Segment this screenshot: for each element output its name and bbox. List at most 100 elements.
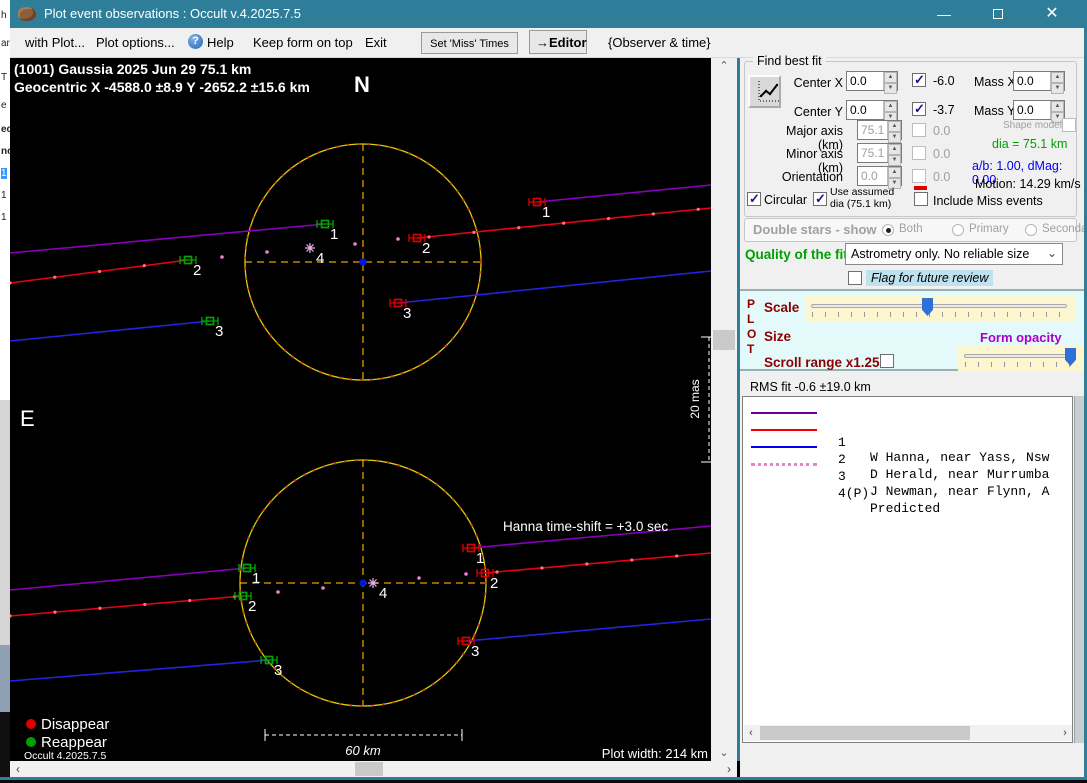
plot-letter: L (747, 312, 755, 326)
chord-3-blue[interactable] (9, 270, 712, 342)
menu-plot-options[interactable]: Plot options... (96, 35, 175, 50)
form-opacity-slider[interactable] (958, 346, 1084, 372)
editor-button[interactable]: →Editor (529, 30, 587, 54)
chord-3-blue[interactable] (9, 618, 712, 682)
timeshift-annotation: Hanna time-shift = +3.0 sec (503, 519, 668, 534)
spinner-arrows[interactable]: ▲ ▼ (883, 72, 897, 94)
flag-review-checkbox[interactable] (848, 271, 862, 285)
scroll-right-arrow[interactable]: › (721, 761, 737, 777)
use-assumed-checkbox[interactable] (813, 191, 827, 207)
minimize-button[interactable]: — (921, 0, 967, 28)
set-miss-times-button[interactable]: Set 'Miss' Times (421, 32, 518, 54)
chord-color-swatch (751, 446, 817, 448)
occultation-plot[interactable]: (1001) Gaussia 2025 Jun 29 75.1 km Geoce… (8, 58, 713, 762)
scroll-range-checkbox[interactable] (880, 354, 894, 368)
minor-axis-spinner[interactable]: 75.1 ▲ ▼ (857, 143, 902, 166)
spinner-arrows[interactable]: ▲ ▼ (1050, 101, 1064, 123)
predicted-star-marker[interactable] (304, 242, 316, 254)
vertical-scroll-thumb[interactable] (713, 330, 735, 350)
spinner-arrows[interactable]: ▲ ▼ (887, 167, 901, 189)
double-stars-group: Double stars - show Both Primary Seconda… (744, 218, 1087, 242)
chord-2-red[interactable] (8, 206, 713, 285)
both-radio[interactable] (882, 224, 894, 236)
major-axis-spinner[interactable]: 75.1 ▲ ▼ (857, 120, 902, 143)
spinner-arrows[interactable]: ▲ ▼ (887, 144, 901, 166)
scroll-down-arrow[interactable]: ⌄ (711, 745, 737, 761)
menu-observer-time[interactable]: {Observer & time} (608, 35, 711, 50)
flag-review-label: Flag for future review (866, 270, 994, 286)
quality-dropdown[interactable]: Astrometry only. No reliable size ⌄ (845, 243, 1063, 265)
predicted-star-marker[interactable] (367, 577, 379, 589)
center-x-spinner[interactable]: 0.0 ▲ ▼ (846, 71, 898, 94)
menu-exit[interactable]: Exit (365, 35, 387, 50)
center-y-fit-value: -3.7 (933, 103, 955, 117)
center-y-spinner[interactable]: 0.0 ▲ ▼ (846, 100, 898, 123)
help-icon[interactable]: ? (188, 34, 203, 49)
list-item[interactable]: 1 W Hanna, near Yass, Nsw (743, 405, 1072, 465)
mass-y-spinner[interactable]: 0.0 ▲ ▼ (1013, 100, 1065, 123)
secondary-radio[interactable] (1025, 224, 1037, 236)
legend-horizontal-scrollbar[interactable]: ‹ › (744, 725, 1072, 741)
plot-vertical-scrollbar[interactable]: ⌃ ⌄ (711, 58, 737, 761)
mass-x-value[interactable]: 0.0 (1014, 72, 1050, 90)
miss-color-swatch (914, 186, 927, 190)
mass-y-value[interactable]: 0.0 (1014, 101, 1050, 119)
scale-slider[interactable] (805, 295, 1075, 322)
close-button[interactable]: ✕ (1029, 0, 1075, 28)
primary-radio[interactable] (952, 224, 964, 236)
station-label: 2 (490, 575, 498, 592)
scroll-left-arrow[interactable]: ‹ (10, 761, 26, 777)
bg-text: 1 (1, 212, 7, 223)
primary-label: Primary (969, 223, 1009, 235)
mas-scale-label: 20 mas (688, 379, 702, 418)
secondary-label: Secondary (1042, 223, 1087, 235)
legend-scroll-thumb[interactable] (760, 726, 970, 740)
fit-major-checkbox[interactable] (912, 123, 926, 137)
include-miss-checkbox[interactable] (914, 192, 928, 206)
list-item[interactable]: 4(P) Predicted (743, 456, 1072, 516)
fit-minor-checkbox[interactable] (912, 146, 926, 160)
observer-legend-list[interactable]: 1 W Hanna, near Yass, Nsw 2 D Herald, ne… (742, 396, 1073, 743)
station-label: 2 (248, 598, 256, 615)
menu-help[interactable]: Help (207, 35, 234, 50)
titlebar[interactable]: Plot event observations : Occult v.4.202… (10, 0, 1087, 28)
scroll-left-arrow[interactable]: ‹ (744, 725, 758, 741)
spinner-arrows[interactable]: ▲ ▼ (883, 101, 897, 123)
legend-vertical-scrollbar[interactable] (1074, 396, 1084, 743)
plot-letter: P (747, 297, 756, 311)
maximize-button[interactable] (975, 0, 1021, 28)
chord-1-purple[interactable] (9, 525, 712, 591)
plot-horizontal-scrollbar[interactable]: ‹ › (10, 761, 737, 777)
center-x-value[interactable]: 0.0 (847, 72, 883, 90)
scroll-up-arrow[interactable]: ⌃ (711, 58, 737, 74)
station-label: 3 (274, 662, 282, 679)
spinner-arrows[interactable]: ▲ ▼ (887, 121, 901, 143)
menu-with-plot[interactable]: with Plot... (25, 35, 85, 50)
plot-fit-graph-button[interactable] (748, 75, 781, 108)
menu-keep-on-top[interactable]: Keep form on top (253, 35, 353, 50)
horizontal-scroll-thumb[interactable] (355, 762, 383, 776)
chord-color-swatch (751, 429, 817, 431)
center-y-value[interactable]: 0.0 (847, 101, 883, 119)
slider-ticks (812, 312, 1068, 317)
major-fit-value: 0.0 (933, 124, 951, 138)
maximize-icon (993, 9, 1003, 19)
station-label: 1 (542, 204, 550, 221)
orientation-value: 0.0 (861, 169, 878, 183)
fit-center-y-checkbox[interactable] (912, 101, 926, 117)
circular-checkbox[interactable] (747, 191, 761, 207)
scroll-right-arrow[interactable]: › (1058, 725, 1072, 741)
lower-plot: 1 1 2 2 3 3 4 Hanna time-shift = +3.0 se… (8, 458, 713, 708)
plot-canvas: (1001) Gaussia 2025 Jun 29 75.1 km Geoce… (8, 61, 713, 762)
observer-name: J Newman, near Flynn, A (870, 484, 1050, 499)
orientation-spinner[interactable]: 0.0 ▲ ▼ (857, 166, 902, 189)
list-item[interactable]: 2 D Herald, near Murrumba (743, 422, 1072, 482)
fit-center-x-checkbox[interactable] (912, 72, 926, 88)
fit-orientation-checkbox[interactable] (912, 169, 926, 183)
center-dot (359, 258, 367, 266)
station-label: 4 (379, 585, 387, 602)
list-item[interactable]: 3 J Newman, near Flynn, A (743, 439, 1072, 499)
mass-x-spinner[interactable]: 0.0 ▲ ▼ (1013, 71, 1065, 94)
spinner-arrows[interactable]: ▲ ▼ (1050, 72, 1064, 94)
shape-model-checkbox[interactable] (1062, 118, 1076, 132)
